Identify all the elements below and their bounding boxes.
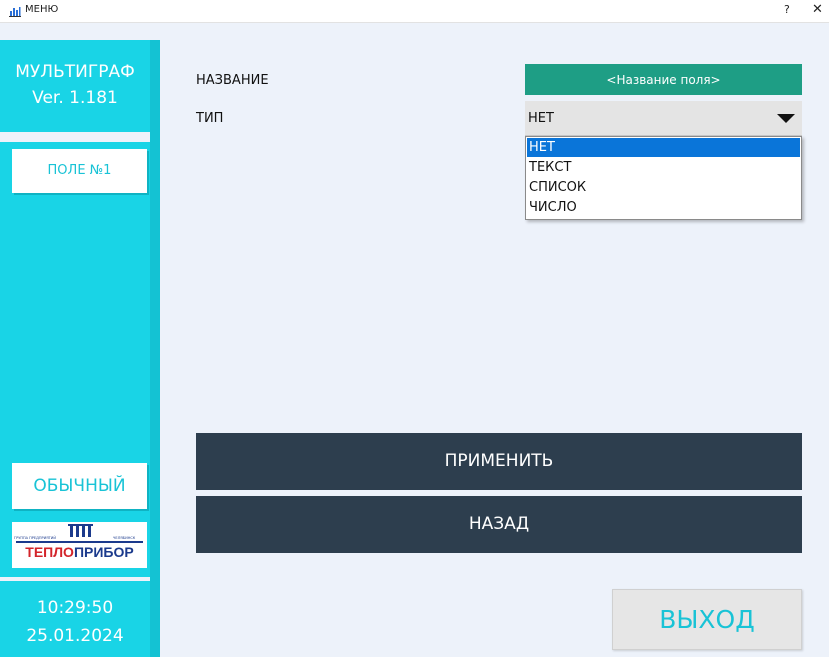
logo-caption-right: ЧЕЛЯБИНСК [113,536,136,540]
clock-date: 25.01.2024 [26,626,124,646]
sidebar-divider [0,132,150,142]
title-bar: МЕНЮ ? ✕ [0,0,829,23]
exit-button[interactable]: ВЫХОД [612,589,802,650]
type-select-value: НЕТ [528,111,554,126]
close-button[interactable]: ✕ [812,2,823,17]
name-label: НАЗВАНИЕ [196,73,269,88]
logo-wordmark: ТЕПЛОПРИБОР [12,544,147,560]
window-title: МЕНЮ [25,4,59,15]
name-field[interactable]: <Название поля> [525,64,802,95]
apply-button[interactable]: ПРИМЕНИТЬ [196,433,802,490]
sidebar-edge [150,40,160,657]
type-dropdown-list: НЕТ ТЕКСТ СПИСОК ЧИСЛО [525,136,802,220]
chart-app-icon [9,5,21,17]
logo-wordmark-part2: ПРИБОР [73,544,134,560]
mode-button[interactable]: ОБЫЧНЫЙ [12,463,147,509]
logo-line [16,541,143,543]
logo-wordmark-part1: ТЕПЛО [25,544,74,560]
clock-time: 10:29:50 [36,598,114,618]
dropdown-arrow-icon[interactable] [777,114,795,123]
logo-caption-left: ГРУППА ПРЕДПРИЯТИЙ [14,536,57,540]
product-version: Ver. 1.181 [32,88,118,108]
product-name: МУЛЬТИГРАФ [15,62,135,82]
field-button[interactable]: ПОЛЕ №1 [12,149,147,193]
type-select[interactable]: НЕТ [525,101,802,136]
company-logo: ГРУППА ПРЕДПРИЯТИЙ ЧЕЛЯБИНСК ТЕПЛОПРИБОР [12,522,147,568]
sidebar-divider [0,577,150,581]
type-option-none[interactable]: НЕТ [527,138,800,157]
type-option-text[interactable]: ТЕКСТ [527,158,800,177]
type-option-number[interactable]: ЧИСЛО [527,198,800,217]
help-button[interactable]: ? [784,3,790,16]
type-label: ТИП [196,111,224,126]
logo-arch-icon [68,524,93,537]
back-button[interactable]: НАЗАД [196,496,802,553]
type-option-list[interactable]: СПИСОК [527,178,800,197]
